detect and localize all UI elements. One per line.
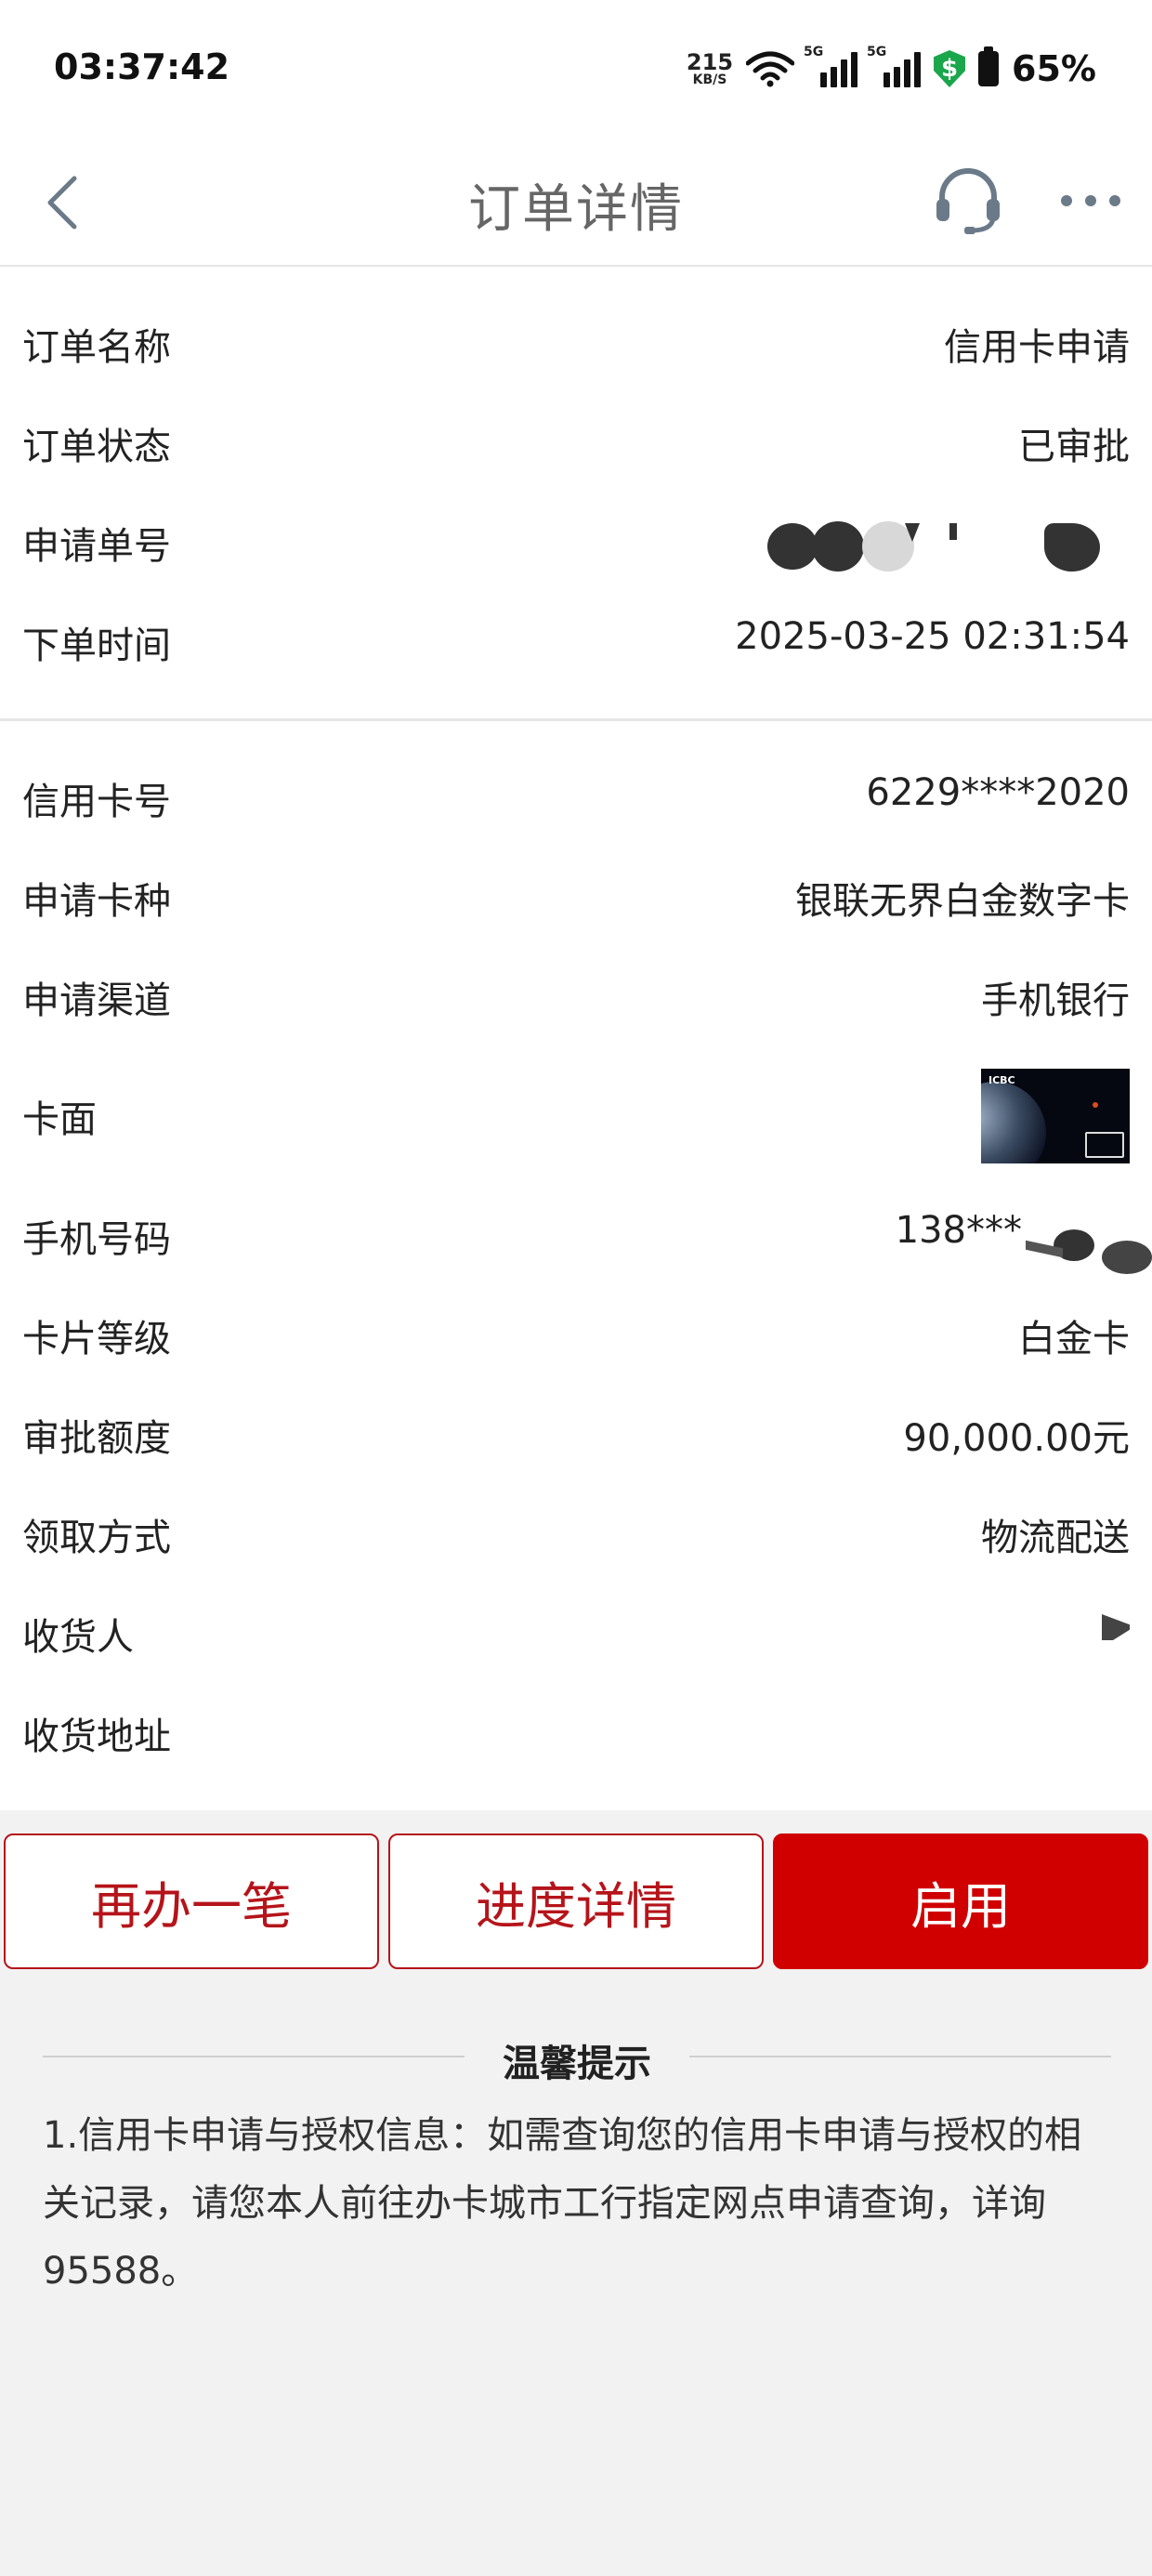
activate-button[interactable]: 启用 — [773, 1833, 1148, 1969]
tips-body: 1.信用卡申请与授权信息：如需查询您的信用卡申请与授权的相关记录，请您本人前往办… — [43, 2114, 1082, 2293]
network-speed: 215 KB/S — [687, 51, 733, 86]
nav-header: 订单详情 — [0, 139, 1152, 267]
order-time-value: 2025-03-25 02:31:54 — [735, 615, 1130, 658]
redacted-application-number — [766, 516, 1137, 572]
status-bar: 03:37:42 215 KB/S 5G 5G $ 65% — [0, 0, 1152, 139]
signal-5g-icon: 5G — [804, 45, 858, 87]
order-name-value: 信用卡申请 — [944, 326, 1130, 369]
tips-header: 温馨提示 — [43, 2033, 1111, 2085]
card-info-section: 信用卡号 6229****2020 申请卡种 银联无界白金数字卡 申请渠道 手机… — [0, 721, 1152, 1810]
receiver-label: 收货人 — [22, 1616, 134, 1659]
order-name-label: 订单名称 — [22, 326, 171, 369]
order-time-label: 下单时间 — [22, 624, 171, 667]
card-level-label: 卡片等级 — [22, 1318, 171, 1360]
apply-again-button[interactable]: 再办一笔 — [4, 1833, 379, 1969]
progress-details-button[interactable]: 进度详情 — [388, 1833, 764, 1969]
battery-icon — [978, 46, 1000, 86]
status-icons: 215 KB/S 5G 5G $ 65% — [687, 41, 1096, 97]
order-info-section: 订单名称 信用卡申请 订单状态 已审批 申请单号 下单时间 2025-03-25… — [0, 267, 1152, 718]
card-face-image[interactable]: ICBC — [981, 1069, 1130, 1163]
network-speed-value: 215 — [686, 49, 734, 75]
battery-percent: 65% — [1012, 48, 1096, 89]
redacted-phone-suffix — [1026, 1224, 1152, 1274]
card-face-logo: ICBC — [988, 1074, 1015, 1086]
security-shield-icon: $ — [934, 50, 966, 87]
card-type-value: 银联无界白金数字卡 — [795, 880, 1130, 923]
card-number-label: 信用卡号 — [22, 781, 171, 823]
signal-5g-tag-2: 5G — [867, 45, 887, 59]
address-label: 收货地址 — [22, 1715, 171, 1758]
signal-5g-icon-2: 5G — [867, 45, 922, 87]
delivery-method-label: 领取方式 — [22, 1517, 171, 1559]
card-number-value: 6229****2020 — [866, 771, 1130, 814]
credit-limit-label: 审批额度 — [22, 1417, 171, 1460]
delivery-method-value: 物流配送 — [981, 1517, 1130, 1559]
phone-label: 手机号码 — [22, 1218, 171, 1261]
phone-value: 138*** — [895, 1209, 1022, 1252]
more-horizontal-icon[interactable] — [1057, 190, 1124, 212]
headset-icon[interactable] — [931, 162, 1005, 236]
credit-limit-value: 90,000.00元 — [903, 1417, 1130, 1460]
application-number-label: 申请单号 — [22, 525, 171, 568]
signal-5g-tag: 5G — [804, 45, 824, 59]
channel-value: 手机银行 — [981, 979, 1130, 1022]
order-status-value: 已审批 — [1018, 426, 1130, 468]
card-type-label: 申请卡种 — [22, 880, 171, 923]
channel-label: 申请渠道 — [22, 979, 171, 1022]
status-time: 03:37:42 — [54, 46, 230, 87]
tips-title: 温馨提示 — [477, 2043, 677, 2085]
network-speed-unit: KB/S — [692, 72, 727, 87]
order-status-label: 订单状态 — [22, 426, 171, 468]
redacted-receiver — [1102, 1614, 1130, 1640]
card-face-label: 卡面 — [22, 1098, 97, 1141]
wifi-icon — [746, 51, 795, 87]
card-level-value: 白金卡 — [1018, 1318, 1130, 1360]
